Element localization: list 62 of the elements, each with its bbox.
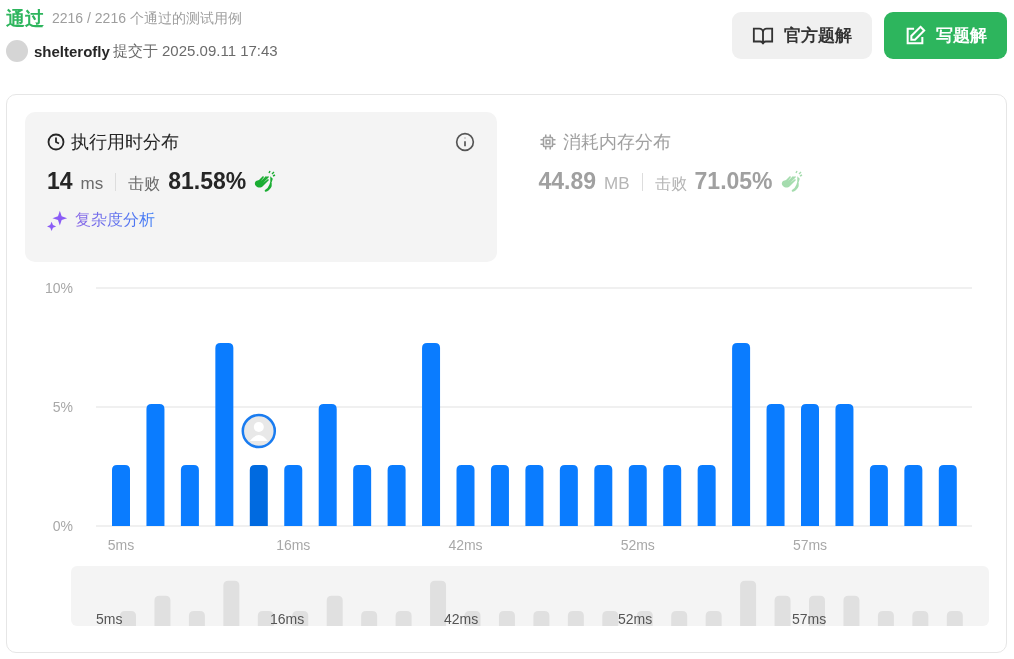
x-axis-label: 57ms xyxy=(792,537,828,553)
bar[interactable] xyxy=(594,465,613,526)
username[interactable]: shelterofly xyxy=(34,42,110,60)
panel-title: 消耗内存分布 xyxy=(562,131,671,154)
bar[interactable] xyxy=(732,343,751,526)
complexity-analysis-link[interactable]: 复杂度分析 xyxy=(47,209,155,231)
bar[interactable] xyxy=(318,403,337,526)
navigator-label: 42ms xyxy=(444,611,479,626)
bar[interactable] xyxy=(284,465,303,526)
bar[interactable] xyxy=(387,465,406,526)
edit-icon xyxy=(904,24,926,47)
info-icon[interactable] xyxy=(454,132,475,152)
bar[interactable] xyxy=(697,465,716,526)
y-axis-label: 5% xyxy=(52,399,73,415)
clock-icon xyxy=(47,133,65,151)
bar[interactable] xyxy=(766,403,785,526)
sparkle-icon xyxy=(47,209,69,231)
stat-panel[interactable]: 执行用时分布 14 ms 击败 81.58% 复杂度分析 xyxy=(25,112,497,262)
navigator-label: 16ms xyxy=(270,611,305,626)
panel-title: 执行用时分布 xyxy=(71,131,179,154)
clapping-hands-icon xyxy=(780,169,805,194)
navigator-label: 52ms xyxy=(618,611,653,626)
bar[interactable] xyxy=(938,465,957,526)
highlighted-bar[interactable] xyxy=(249,465,268,526)
bar[interactable] xyxy=(456,465,475,526)
x-axis-label: 16ms xyxy=(276,537,311,553)
submission-time: 提交于 2025.09.11 17:43 xyxy=(112,41,278,61)
avatar-circle xyxy=(6,40,28,62)
beats-percent: 81.58% xyxy=(168,168,247,195)
x-axis-label: 42ms xyxy=(448,537,483,553)
bar[interactable] xyxy=(663,465,682,526)
chip-icon xyxy=(538,133,557,151)
beats-label: 击败 xyxy=(128,174,161,194)
bar[interactable] xyxy=(904,465,923,526)
official-solution-button[interactable]: 官方题解 xyxy=(732,12,872,59)
bar[interactable] xyxy=(215,343,234,526)
y-axis-label: 0% xyxy=(52,518,73,534)
stat-value: 44.89 xyxy=(538,168,597,195)
y-axis-label: 10% xyxy=(44,280,73,296)
beats-label: 击败 xyxy=(654,174,687,194)
stat-unit: MB xyxy=(604,174,630,194)
bar[interactable] xyxy=(422,343,441,526)
x-axis-label: 52ms xyxy=(620,537,655,553)
bar[interactable] xyxy=(835,403,854,526)
test-case-summary: 2216 / 2216 个通过的测试用例 xyxy=(52,10,242,28)
bar[interactable] xyxy=(490,465,509,526)
stat-value: 14 xyxy=(47,168,73,195)
bar[interactable] xyxy=(180,465,199,526)
range-navigator[interactable]: 5ms 16ms 42ms 52ms 57ms xyxy=(71,566,989,626)
bar[interactable] xyxy=(628,465,647,526)
bar[interactable] xyxy=(869,465,888,526)
bar[interactable] xyxy=(525,465,544,526)
x-axis-label: 5ms xyxy=(107,537,135,553)
navigator-label: 57ms xyxy=(792,611,827,626)
stat-unit: ms xyxy=(80,174,104,194)
bar[interactable] xyxy=(559,465,578,526)
bar[interactable] xyxy=(353,465,372,526)
bar[interactable] xyxy=(146,403,165,526)
status-label: 通过 xyxy=(6,7,44,31)
beats-percent: 71.05% xyxy=(694,168,773,195)
user-avatar-icon xyxy=(241,413,277,449)
navigator-label: 5ms xyxy=(96,611,123,626)
